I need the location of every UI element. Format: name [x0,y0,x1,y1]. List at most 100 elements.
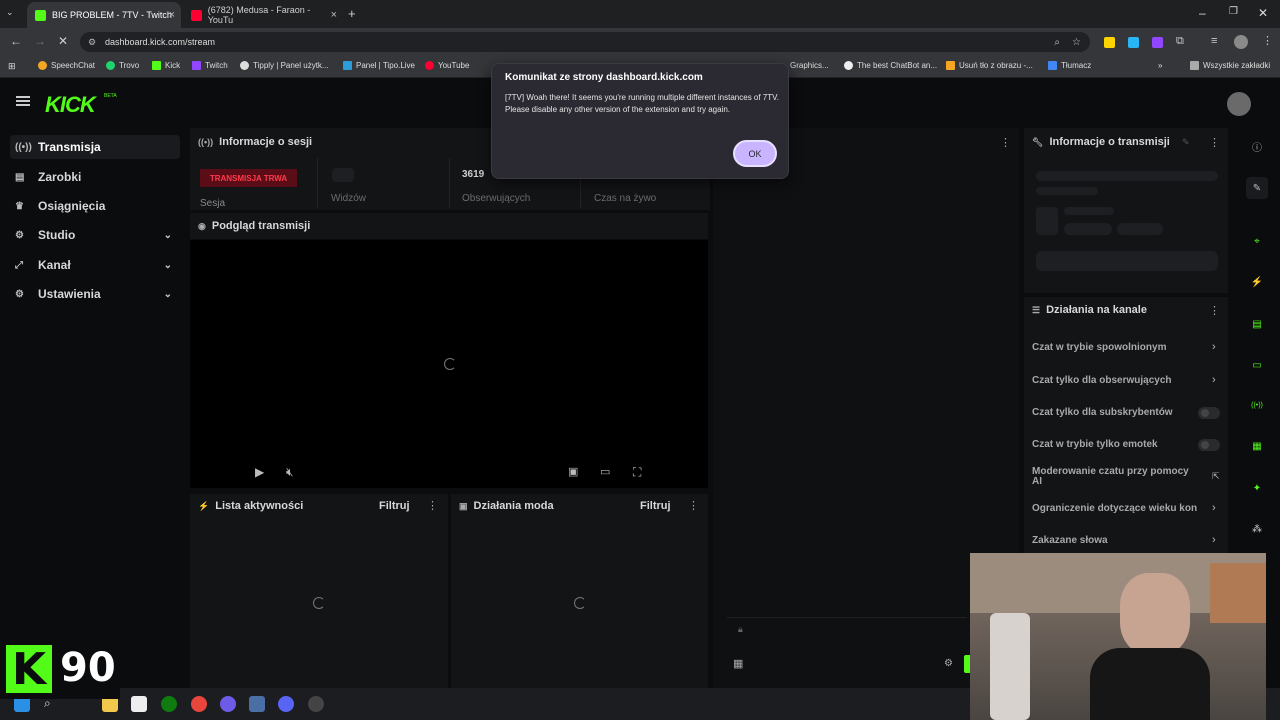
session-info-title: ((•)) Informacje o sesji [198,136,313,148]
followers-only-item[interactable]: Czat tylko dla obserwujących [1032,375,1172,386]
chevron-right-icon: › [1212,341,1216,353]
edit-icon[interactable]: ✎ [1182,137,1190,148]
stop-loading-icon[interactable]: ✕ [58,34,68,48]
close-icon[interactable]: × [331,9,337,21]
channel-actions-panel [1024,297,1228,555]
bookmark-speechchat[interactable]: SpeechChat [38,61,95,70]
notepad-icon[interactable] [131,696,147,712]
new-tab-icon[interactable]: + [348,6,356,21]
webcam-person-shirt [1090,648,1210,720]
stat-divider [317,158,318,208]
webcam-overlay [970,553,1266,720]
store-icon[interactable]: ▦ [733,657,743,670]
theater-mode-icon[interactable]: ▭ [600,465,610,478]
xbox-icon[interactable] [161,696,177,712]
dialog-message: [7TV] Woah there! It seems you're runnin… [505,93,779,114]
ai-moderation-item[interactable]: Moderowanie czatu przy pomocy AI [1032,467,1192,487]
bookmark-tipo[interactable]: Panel | Tipo.Live [343,61,415,70]
age-restriction-item[interactable]: Ograniczenie dotyczące wieku kon [1032,503,1197,514]
document-icon[interactable]: ▤ [1246,313,1268,335]
extension-twitch-icon[interactable] [1152,37,1163,48]
back-icon[interactable]: ← [10,34,22,48]
bookmark-chatbot[interactable]: The best ChatBot an... [844,61,937,70]
chat-input[interactable] [727,617,967,643]
url-input[interactable]: ⚙ dashboard.kick.com/stream ⌕ ☆ [80,32,1090,52]
user-avatar[interactable] [1227,92,1251,116]
kebab-menu-icon[interactable]: ⋮ [1209,304,1220,317]
media-icon[interactable]: ≡ [1211,35,1217,47]
slow-mode-item[interactable]: Czat w trybie spowolnionym [1032,342,1166,353]
bookmark-graphics[interactable]: Graphics... [790,61,829,70]
menu-kebab-icon[interactable]: ⋮ [1262,34,1273,47]
loading-spinner [444,358,456,370]
followers-value: 3619 [462,169,485,180]
close-window-icon[interactable]: ✕ [1258,6,1268,20]
activity-list-panel [190,494,448,688]
bolt-icon[interactable]: ⚡ [1246,271,1268,293]
star-icon[interactable]: ☆ [1072,37,1081,48]
app-icon[interactable] [220,696,236,712]
kebab-menu-icon[interactable]: ⋮ [427,499,438,512]
bookmark-kick[interactable]: Kick [152,61,180,70]
kebab-menu-icon[interactable]: ⋮ [1209,136,1220,149]
focus-icon[interactable]: ⌖ [1246,230,1268,252]
tab-twitch[interactable]: BIG PROBLEM - 7TV - Twitch × [27,2,181,28]
sidebar-item-kanal[interactable]: ⤢ Kanał ⌄ [10,253,180,277]
sidebar-item-transmisja[interactable]: ((•)) Transmisja [10,135,180,159]
broadcast-icon[interactable]: ((•)) [1246,394,1268,416]
restore-icon[interactable]: ❐ [1229,6,1238,17]
pip-icon[interactable]: ▣ [568,465,578,478]
extension-7tv-icon[interactable] [1104,37,1115,48]
bookmark-trovo[interactable]: Trovo [106,61,139,70]
bookmark-remove-bg[interactable]: Usuń tło z obrazu -... [946,61,1033,70]
chat-bubble-icon[interactable]: ▭ [1246,354,1268,376]
app-icon[interactable] [249,696,265,712]
bookmark-translate[interactable]: Tłumacz [1048,61,1091,70]
ok-button[interactable]: OK [733,140,777,167]
bookmark-tipply[interactable]: Tipply | Panel użytk... [240,61,329,70]
kebab-menu-icon[interactable]: ⋮ [1000,136,1011,149]
forward-icon[interactable]: → [34,34,46,48]
fullscreen-icon[interactable]: ⛶ [633,465,641,480]
close-icon[interactable]: × [169,9,175,21]
extensions-puzzle-icon[interactable]: ⧉ [1176,35,1184,48]
hamburger-menu-icon[interactable] [16,96,30,106]
share-icon[interactable]: ⁂ [1246,518,1268,540]
wrench-icon[interactable]: ✦ [1246,477,1268,499]
sidebar-item-zarobki[interactable]: ▤ Zarobki [10,165,180,189]
bookmark-youtube[interactable]: YouTube [425,61,469,70]
chrome-icon[interactable] [191,696,207,712]
layout-icon[interactable]: ▦ [1246,435,1268,457]
activity-filter-button[interactable]: Filtruj [379,500,410,512]
extension-icon[interactable] [1128,37,1139,48]
sidebar-item-osiagniecia[interactable]: ♛ Osiągnięcia [10,194,180,218]
app-icon[interactable] [308,696,324,712]
all-bookmarks-folder[interactable]: Wszystkie zakładki [1190,61,1270,70]
profile-avatar[interactable] [1234,35,1248,49]
kebab-menu-icon[interactable]: ⋮ [688,499,699,512]
apps-grid-icon[interactable]: ⊞ [8,61,16,72]
mute-icon[interactable]: 🔇︎ [286,465,294,480]
mod-filter-button[interactable]: Filtruj [640,500,671,512]
zoom-icon[interactable]: ⌕ [1054,37,1060,48]
bookmark-twitch[interactable]: Twitch [192,61,228,70]
tab-youtube[interactable]: (6782) Medusa - Faraon - YouTu × [183,2,343,28]
minimize-icon[interactable]: – [1199,6,1206,20]
banned-words-item[interactable]: Zakazane słowa [1032,535,1108,546]
discord-icon[interactable] [278,696,294,712]
kick-logo[interactable]: KICK [45,92,96,118]
emote-only-toggle[interactable] [1198,439,1220,451]
bookmarks-overflow-icon[interactable]: » [1158,61,1162,70]
site-info-icon[interactable]: ⚙ [88,37,96,48]
subscribers-only-toggle[interactable] [1198,407,1220,419]
wrench-icon: 🔧︎ [1032,136,1044,147]
info-icon[interactable]: ⓘ [1246,135,1268,157]
mod-actions-panel [451,494,708,688]
tab-search-icon[interactable]: ⌄ [6,7,14,18]
subscribers-only-item: Czat tylko dla subskrybentów [1032,407,1173,418]
play-icon[interactable]: ▶ [255,465,264,479]
sidebar-item-studio[interactable]: ⚙ Studio ⌄ [10,223,180,247]
sidebar-item-ustawienia[interactable]: ⚙ Ustawienia ⌄ [10,282,180,306]
edit-icon[interactable]: ✎ [1246,177,1268,199]
chat-settings-icon[interactable]: ⚙ [944,658,953,669]
